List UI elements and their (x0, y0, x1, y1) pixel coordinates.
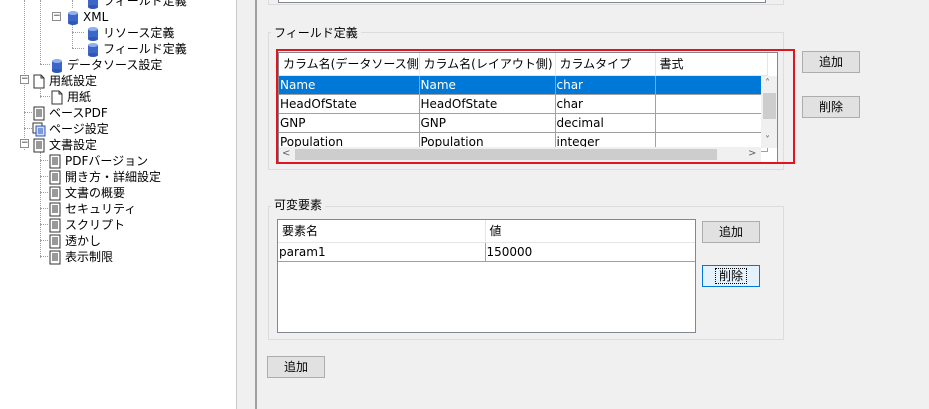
tree-item-security[interactable]: セキュリティ (48, 201, 136, 217)
variable-add-button[interactable]: 追加 (702, 221, 760, 243)
splitter-bar[interactable] (255, 0, 257, 409)
tree-item-field-definition[interactable]: フィールド定義 (86, 0, 187, 9)
variable-elements-title: 可変要素 (271, 196, 326, 213)
tree-connector (40, 208, 48, 209)
tree-item-label: PDFバージョン (65, 154, 149, 168)
tree-connector (40, 224, 48, 225)
tree-connector (24, 112, 32, 113)
tree-item-field-definition[interactable]: フィールド定義 (86, 41, 187, 57)
tree-item-label: ページ設定 (49, 122, 109, 136)
tree-panel[interactable]: − − − フィールド定義 XML リソース定義 フィールド定義 データソース設… (0, 0, 237, 409)
tree-item-base-pdf[interactable]: ベースPDF (32, 105, 108, 121)
collapse-toggle[interactable]: − (20, 139, 29, 148)
tree-item-pdf-version[interactable]: PDFバージョン (48, 153, 148, 169)
document-icon (49, 170, 61, 184)
table-cell[interactable]: 150000 (485, 242, 695, 262)
collapse-toggle[interactable]: − (20, 75, 29, 84)
document-icon (49, 250, 61, 264)
tree-item-label: 文書の概要 (65, 186, 126, 200)
document-icon (49, 234, 61, 248)
tree-item-label: 開き方・詳細設定 (65, 170, 162, 184)
database-icon (88, 26, 98, 41)
variable-delete-label: 削除 (714, 268, 748, 284)
tree-connector (40, 176, 48, 177)
tree-connector (40, 0, 41, 64)
tree-connector (40, 160, 48, 161)
tree-connector (40, 96, 50, 97)
tree-item-label: 透かし (65, 234, 102, 248)
tree-item-label: フィールド定義 (103, 0, 187, 8)
page-icon (51, 90, 63, 104)
tree-item-page-settings[interactable]: ページ設定 (32, 121, 109, 137)
database-icon (68, 10, 78, 25)
tree-item-document-summary[interactable]: 文書の概要 (48, 185, 125, 201)
tree-item-label: リソース定義 (103, 26, 175, 40)
tree-connector (40, 152, 41, 258)
tree-item-paper-settings[interactable]: 用紙設定 (32, 73, 97, 89)
table-cell[interactable]: param1 (278, 242, 486, 262)
field-add-button[interactable]: 追加 (802, 51, 860, 73)
column-header[interactable]: 値 (485, 220, 695, 243)
tree-item-watermark[interactable]: 透かし (48, 233, 101, 249)
document-icon (49, 202, 61, 216)
bottom-add-button[interactable]: 追加 (267, 356, 325, 378)
tree-connector (40, 192, 48, 193)
tree-item-label: 文書設定 (49, 138, 98, 152)
tree-connector (40, 240, 48, 241)
tree-item-label: スクリプト (65, 218, 126, 232)
document-icon (49, 218, 61, 232)
tree-item-document-settings[interactable]: 文書設定 (32, 137, 97, 153)
document-icon (49, 154, 61, 168)
field-definition-title: フィールド定義 (271, 24, 361, 41)
tree-connector (40, 64, 50, 65)
document-icon (33, 106, 45, 120)
tree-item-label: フィールド定義 (103, 42, 187, 56)
tree-connector (72, 48, 84, 49)
tree-item-label: ベースPDF (49, 106, 108, 120)
tree-item-display-restriction[interactable]: 表示制限 (48, 249, 113, 265)
tree-item-datasource-settings[interactable]: データソース設定 (50, 57, 162, 73)
previous-grid (278, 0, 766, 3)
variable-elements-grid[interactable]: 要素名値 param1 150000 (277, 219, 696, 333)
tree-item-label: 表示制限 (65, 250, 114, 264)
tree-connector (72, 24, 73, 48)
tree-connector (72, 0, 73, 8)
splitter[interactable] (237, 0, 257, 409)
tree-connector (40, 256, 48, 257)
database-icon (52, 58, 62, 73)
tree-item-label: データソース設定 (67, 58, 163, 72)
collapse-toggle[interactable]: − (52, 12, 61, 21)
database-icon (88, 42, 98, 57)
tree-item-label: セキュリティ (65, 202, 137, 216)
database-icon (88, 0, 98, 9)
variable-delete-button[interactable]: 削除 (702, 265, 760, 287)
tree-item-label: XML (83, 10, 109, 24)
tree-item-resource-definition[interactable]: リソース定義 (86, 25, 174, 41)
tree-item-paper[interactable]: 用紙 (50, 89, 91, 105)
tree-item-script[interactable]: スクリプト (48, 217, 125, 233)
highlight-frame (276, 49, 795, 164)
page-icon (33, 74, 45, 88)
table-row[interactable]: param1 150000 (278, 242, 695, 262)
document-icon (49, 186, 61, 200)
tree-item-open-options[interactable]: 開き方・詳細設定 (48, 169, 161, 185)
field-delete-button[interactable]: 削除 (802, 96, 860, 118)
tree-connector (24, 128, 32, 129)
tree-item-xml[interactable]: XML (66, 9, 108, 25)
tree-connector (72, 32, 84, 33)
column-header[interactable]: 要素名 (278, 220, 486, 243)
document-icon (33, 138, 45, 152)
tree-item-label: 用紙設定 (49, 74, 98, 88)
tree-item-label: 用紙 (67, 90, 92, 104)
page-settings-icon (32, 122, 46, 136)
